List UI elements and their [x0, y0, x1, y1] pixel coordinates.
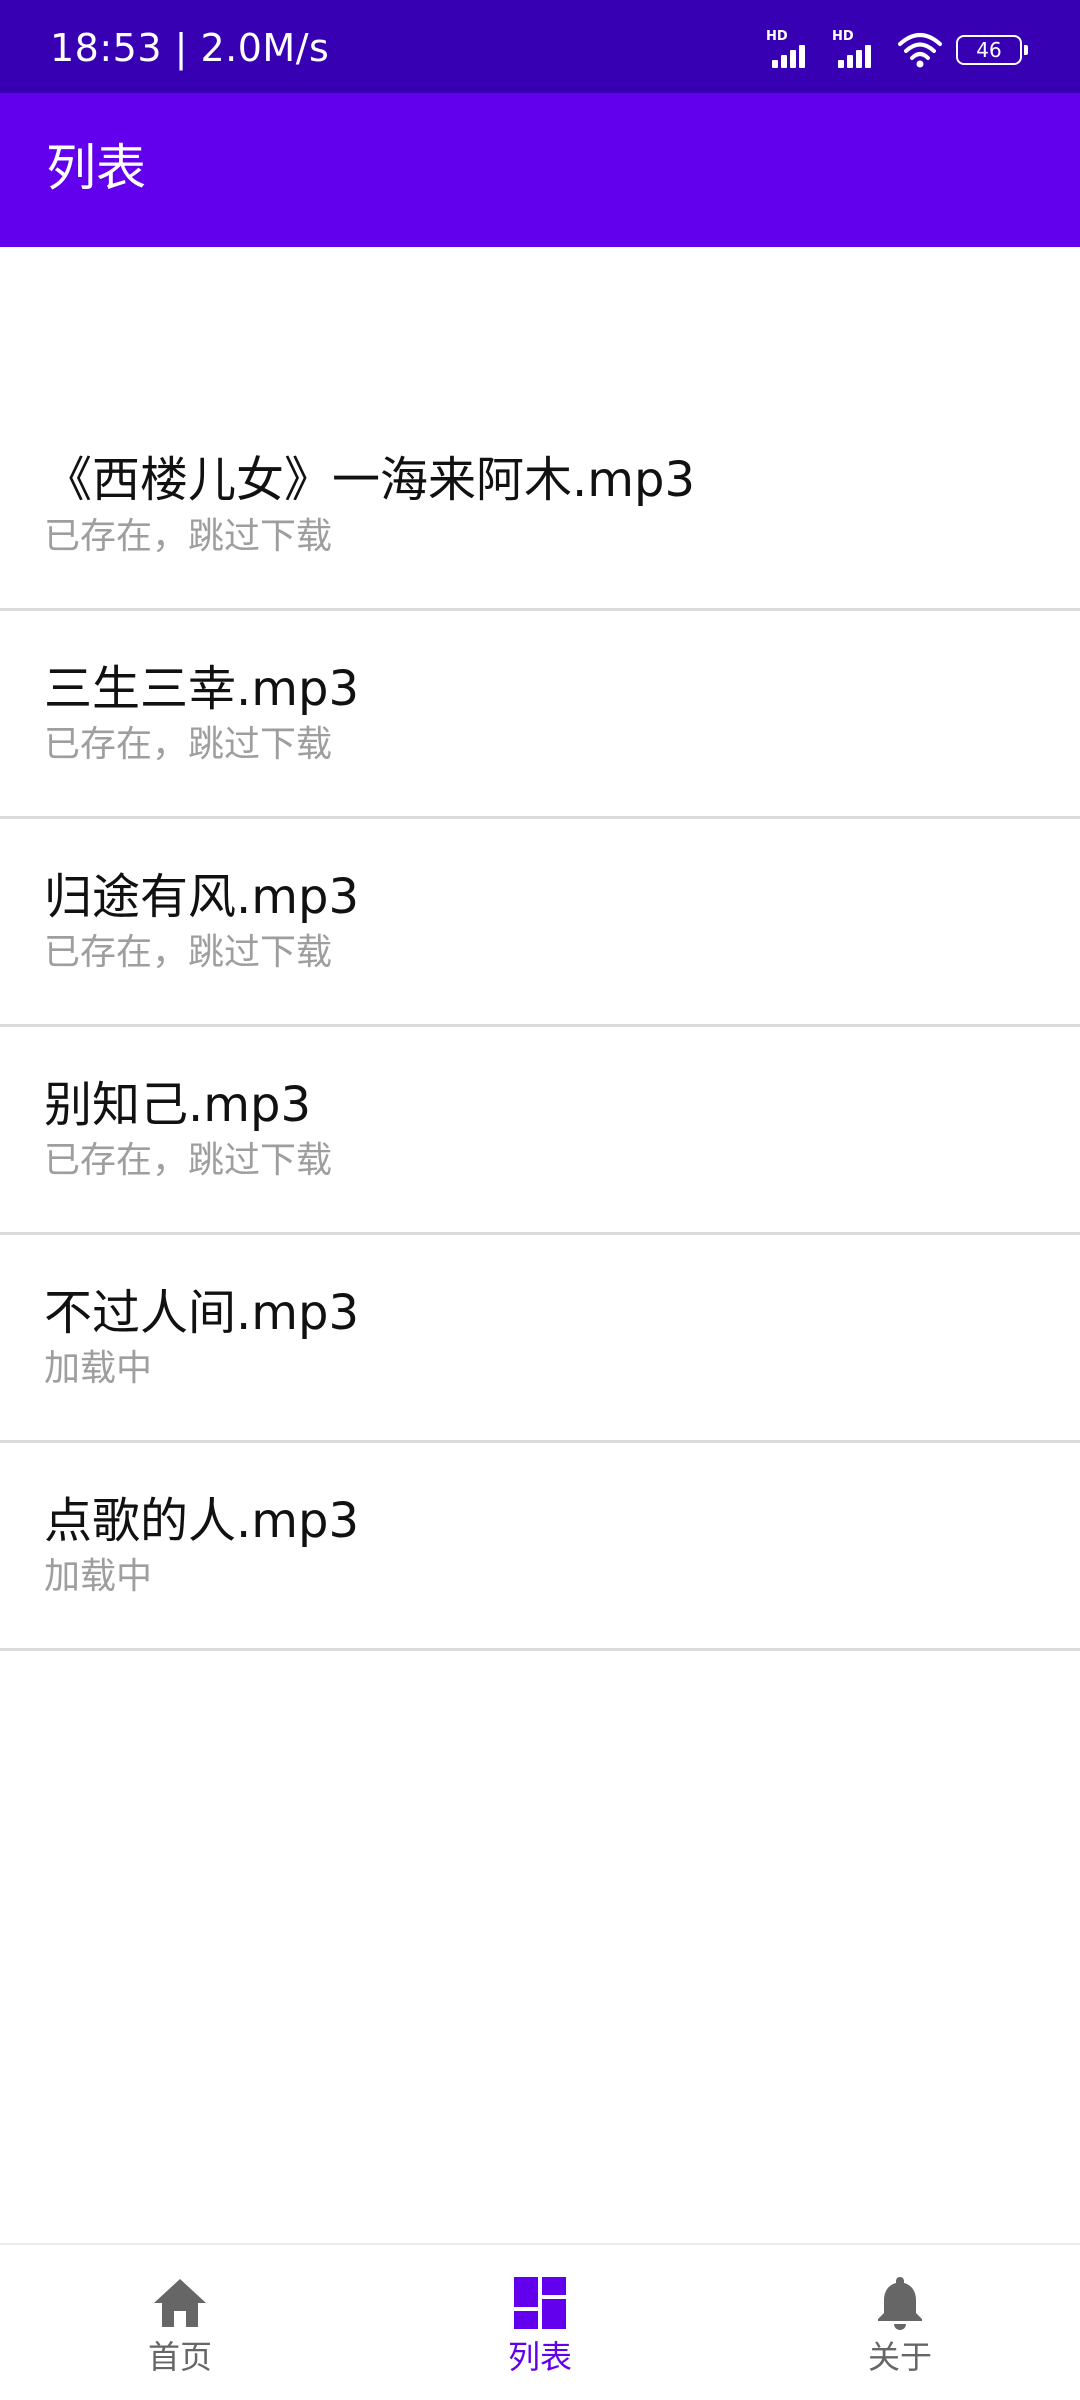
- wifi-icon: [898, 33, 942, 68]
- page-title: 列表: [46, 139, 146, 197]
- song-title: 不过人间.mp3: [44, 1285, 360, 1341]
- home-icon: [154, 2279, 206, 2327]
- battery-level: 46: [976, 38, 1002, 62]
- cellular-signal-icon: HD: [766, 30, 818, 70]
- status-bar: 18:53 | 2.0M/s HD HD 46: [0, 0, 1080, 93]
- song-status: 已存在，跳过下载: [44, 724, 333, 765]
- list-item[interactable]: 归途有风.mp3 已存在，跳过下载: [0, 819, 1080, 1027]
- status-icons: HD HD 46: [766, 30, 1028, 70]
- battery-icon: 46: [956, 35, 1028, 65]
- bell-icon: [878, 2277, 922, 2330]
- status-time: 18:53 | 2.0M/s: [50, 26, 330, 70]
- nav-item-home[interactable]: 首页: [0, 2245, 360, 2400]
- nav-item-about[interactable]: 关于: [720, 2245, 1080, 2400]
- song-status: 已存在，跳过下载: [44, 932, 333, 973]
- song-status: 已存在，跳过下载: [44, 1140, 333, 1181]
- song-status: 加载中: [44, 1556, 153, 1597]
- song-title: 归途有风.mp3: [44, 869, 360, 925]
- signal-hd-label: HD: [832, 29, 854, 44]
- nav-label-about: 关于: [867, 2338, 932, 2376]
- app-bar: 列表: [0, 93, 1080, 247]
- list-item[interactable]: 别知己.mp3 已存在，跳过下载: [0, 1027, 1080, 1235]
- screen: 18:53 | 2.0M/s HD HD 46 列表 《西楼儿女》一海来阿木.m…: [0, 0, 1080, 2400]
- signal-hd-label: HD: [766, 29, 788, 44]
- list-item[interactable]: 《西楼儿女》一海来阿木.mp3 已存在，跳过下载: [0, 400, 1080, 611]
- bottom-nav: 首页 列表 关于: [0, 2243, 1080, 2400]
- nav-item-list[interactable]: 列表: [360, 2245, 720, 2400]
- list-item[interactable]: 点歌的人.mp3 加载中: [0, 1443, 1080, 1651]
- song-title: 三生三幸.mp3: [44, 661, 360, 717]
- list-item[interactable]: 三生三幸.mp3 已存在，跳过下载: [0, 611, 1080, 819]
- song-title: 《西楼儿女》一海来阿木.mp3: [44, 452, 696, 508]
- cellular-signal-icon: HD: [832, 30, 884, 70]
- song-list: 《西楼儿女》一海来阿木.mp3 已存在，跳过下载 三生三幸.mp3 已存在，跳过…: [0, 400, 1080, 1651]
- dashboard-icon: [514, 2277, 566, 2329]
- nav-label-home: 首页: [147, 2338, 212, 2376]
- song-status: 已存在，跳过下载: [44, 516, 333, 557]
- song-title: 别知己.mp3: [44, 1077, 312, 1133]
- list-item[interactable]: 不过人间.mp3 加载中: [0, 1235, 1080, 1443]
- song-title: 点歌的人.mp3: [44, 1493, 360, 1549]
- song-status: 加载中: [44, 1348, 153, 1389]
- nav-label-list: 列表: [507, 2338, 572, 2376]
